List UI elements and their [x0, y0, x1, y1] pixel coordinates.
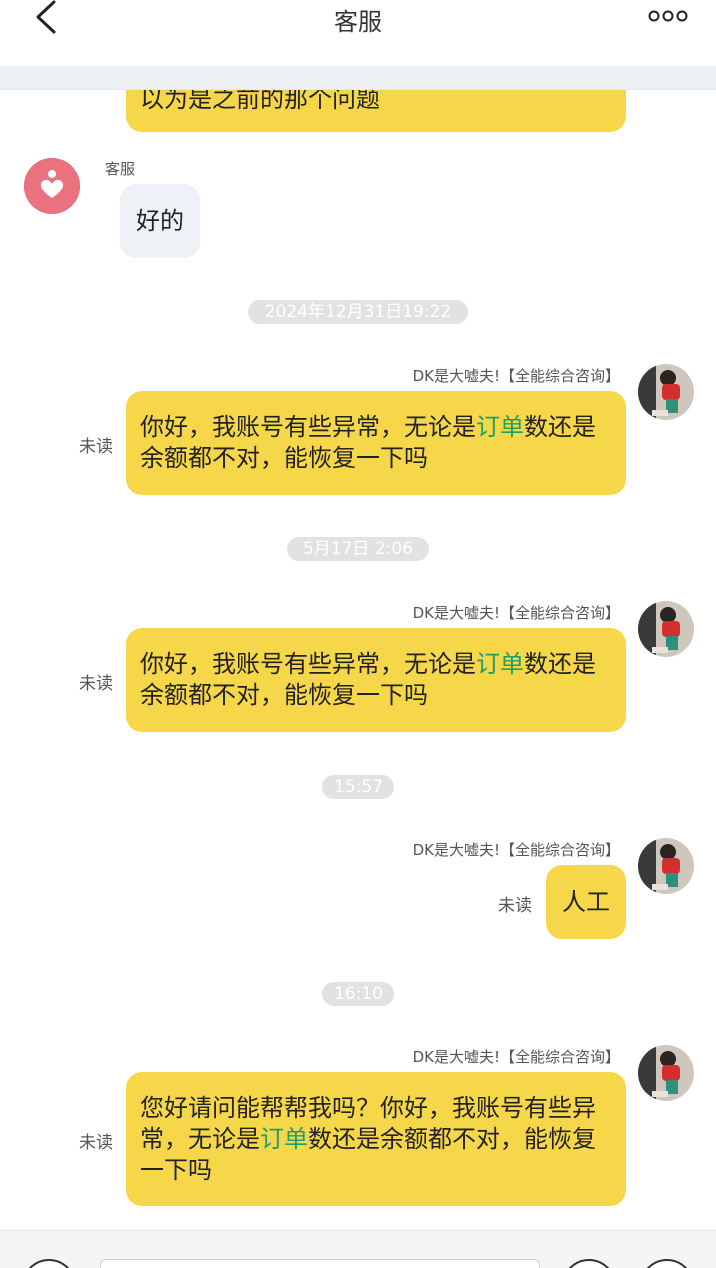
timestamp-pill: 16:10 [322, 982, 394, 1006]
user-photo-icon [638, 1045, 694, 1101]
order-link[interactable]: 订单 [260, 1125, 308, 1153]
user-photo-icon [638, 838, 694, 894]
input-bar [0, 1230, 716, 1268]
sender-name: DK是大嘘夫!【全能综合咨询】 [412, 1048, 620, 1066]
message-bubble-outgoing[interactable]: 你好，我账号有些异常，无论是订单数还是余额都不对，能恢复一下吗 [126, 391, 626, 495]
page-title: 客服 [334, 8, 382, 36]
message-bubble-outgoing[interactable]: 您好请问能帮帮我吗？你好，我账号有些异常，无论是订单数还是余额都不对，能恢复一下… [126, 1072, 626, 1206]
timestamp-pill: 2024年12月31日19:22 [248, 300, 468, 324]
unread-status: 未读 [79, 437, 113, 457]
service-avatar[interactable] [24, 158, 80, 214]
user-avatar[interactable] [638, 838, 694, 894]
user-photo-icon [638, 364, 694, 420]
heart-icon [24, 158, 80, 214]
message-text-part: 你好，我账号有些异常，无论是 [140, 413, 476, 441]
sender-name: DK是大嘘夫!【全能综合咨询】 [412, 367, 620, 385]
user-avatar[interactable] [638, 1045, 694, 1101]
user-photo-icon [638, 601, 694, 657]
order-link[interactable]: 订单 [476, 650, 524, 678]
user-avatar[interactable] [638, 364, 694, 420]
top-bar: 客服 [0, 0, 716, 66]
unread-status: 未读 [79, 674, 113, 694]
sender-name: DK是大嘘夫!【全能综合咨询】 [412, 604, 620, 622]
header-divider [0, 66, 716, 90]
voice-icon[interactable] [22, 1259, 76, 1268]
message-bubble-incoming[interactable]: 好的 [120, 184, 200, 258]
add-icon[interactable] [640, 1259, 694, 1268]
timestamp-pill: 15:57 [322, 775, 394, 799]
more-dots-icon[interactable] [648, 8, 688, 24]
timestamp-pill: 5月17日 2:06 [287, 537, 429, 561]
message-text: 以为是之前的那个问题 [140, 90, 380, 113]
unread-status: 未读 [79, 1133, 113, 1153]
message-input[interactable] [100, 1259, 540, 1268]
unread-status: 未读 [498, 896, 532, 916]
message-bubble-outgoing[interactable]: 人工 [546, 865, 626, 939]
message-text: 人工 [562, 888, 610, 916]
user-avatar[interactable] [638, 601, 694, 657]
sender-name: 客服 [105, 160, 136, 178]
order-link[interactable]: 订单 [476, 413, 524, 441]
message-bubble-outgoing[interactable]: 以为是之前的那个问题 [126, 90, 626, 132]
message-text: 好的 [136, 207, 184, 235]
message-list[interactable]: 以为是之前的那个问题 客服 好的 2024年12月31日19:22 DK是大嘘夫… [0, 90, 716, 1230]
emoji-icon[interactable] [562, 1259, 616, 1268]
message-text-part: 你好，我账号有些异常，无论是 [140, 650, 476, 678]
message-bubble-outgoing[interactable]: 你好，我账号有些异常，无论是订单数还是余额都不对，能恢复一下吗 [126, 628, 626, 732]
sender-name: DK是大嘘夫!【全能综合咨询】 [412, 841, 620, 859]
